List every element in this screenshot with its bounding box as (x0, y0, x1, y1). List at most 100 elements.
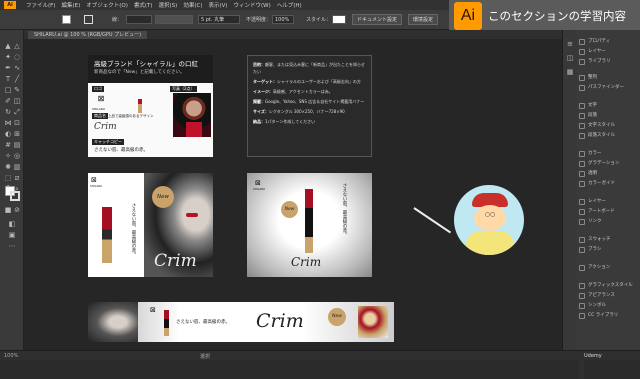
panel-color[interactable]: カラー (579, 150, 602, 158)
stroke-color-icon[interactable] (10, 191, 20, 201)
document-settings-button[interactable]: ドキュメント設定 (352, 14, 403, 25)
leaderboard-catch-copy: さえない唇、最高級の赤。 (176, 320, 230, 325)
gradient-tool-icon[interactable]: ▤ (13, 141, 21, 149)
shape-builder-icon[interactable]: ◐ (4, 130, 12, 138)
panel-paragraph[interactable]: 段落 (579, 112, 597, 120)
artboard-brief[interactable]: 高級ブランド「シャイラル」の口紅 新商品なので「New」と記載してください。 ロ… (88, 55, 213, 157)
graph-tool-icon[interactable]: ▥ (13, 163, 21, 171)
menu-edit[interactable]: 編集(E) (61, 1, 80, 9)
canvas[interactable]: 高級ブランド「シャイラル」の口紅 新商品なので「New」と記載してください。 ロ… (24, 39, 584, 379)
instructor-illustration: ○○ (454, 185, 524, 255)
direct-selection-tool-icon[interactable]: △ (13, 42, 21, 50)
menu-object[interactable]: オブジェクト(O) (86, 1, 128, 9)
panel-pathfinder[interactable]: パスファインダー (579, 84, 624, 92)
color-mode-icon[interactable]: ■ (4, 206, 12, 214)
panel-color-guide[interactable]: カラーガイド (579, 180, 615, 188)
product-name-sample: Crim (94, 122, 117, 132)
properties-icon[interactable]: ≡ (566, 40, 574, 48)
curvature-tool-icon[interactable]: ∿ (13, 64, 21, 72)
panel-gradient[interactable]: グラデーション (579, 160, 619, 168)
selection-tool-icon[interactable]: ▲ (4, 42, 12, 50)
panel-transparency[interactable]: 透明 (579, 170, 597, 178)
panel-paragraph-styles[interactable]: 段落スタイル (579, 132, 615, 140)
banner-catch-copy: さえない唇、最高級の赤。 (131, 203, 136, 257)
draw-mode-icon[interactable]: ◧ (8, 220, 16, 228)
symbol-sprayer-icon[interactable]: ✺ (4, 163, 12, 171)
preferences-button[interactable]: 環境設定 (408, 14, 439, 25)
mesh-tool-icon[interactable]: # (4, 141, 12, 149)
blend-tool-icon[interactable]: ◎ (13, 152, 21, 160)
stroke-swatch[interactable] (84, 15, 93, 24)
panel-graphic-styles[interactable]: グラフィックスタイル (579, 282, 633, 290)
free-transform-icon[interactable]: ⊡ (13, 119, 21, 127)
artboard-banner-product[interactable]: ⊠ SHILARU New さえない唇、最高級の赤。 Crim (247, 173, 372, 277)
menu-type[interactable]: 書式(T) (134, 1, 153, 9)
brief-notes[interactable]: 目的：顧客、または見込み客に「新商品」が出たことを知らせたい ターゲット：シャイ… (247, 55, 372, 157)
panel-appearance[interactable]: アピアランス (579, 292, 615, 300)
scale-tool-icon[interactable]: ⤢ (13, 108, 21, 116)
status-mode[interactable]: 選択 (200, 353, 210, 360)
panel-layers-2[interactable]: レイヤー (579, 198, 606, 206)
paragraph-styles-icon (579, 133, 585, 139)
yellow-shirt-shape (466, 231, 514, 255)
panel-actions[interactable]: アクション (579, 264, 610, 272)
artboard-banner-model[interactable]: ⊠ SHILARU さえない唇、最高級の赤。 New Crim (88, 173, 213, 277)
panel-libraries[interactable]: ライブラリ (579, 58, 611, 66)
line-tool-icon[interactable]: ╱ (13, 75, 21, 83)
leaderboard-logo-icon: ⊠ (150, 306, 156, 314)
pathfinder-panel-icon (579, 85, 585, 91)
panel-symbols[interactable]: シンボル (579, 302, 606, 310)
style-swatch[interactable] (332, 15, 346, 24)
perspective-grid-icon[interactable]: ⊞ (13, 130, 21, 138)
zoom-level[interactable]: 100% (4, 353, 18, 359)
lasso-icon[interactable]: ◌ (13, 53, 21, 61)
document-tab[interactable]: SHILARU.ai @ 100 % (RGB/GPU プレビュー) (28, 31, 148, 39)
menu-view[interactable]: 表示(V) (208, 1, 227, 9)
tools-panel: ▲ △ ✦ ◌ ✒ ∿ T ╱ □ ✎ ✐ ◫ ↻ ⤢ ⋈ ⊡ ◐ ⊞ # ▤ … (0, 30, 24, 350)
menu-help[interactable]: ヘルプ(H) (277, 1, 302, 9)
artboard-tool-icon[interactable]: ⬚ (4, 174, 12, 182)
paintbrush-icon[interactable]: ✎ (13, 86, 21, 94)
product-new-badge: New (281, 201, 298, 218)
menu-file[interactable]: ファイル(F) (26, 1, 55, 9)
width-tool-icon[interactable]: ⋈ (4, 119, 12, 127)
panel-brushes[interactable]: ブラシ (579, 246, 601, 254)
variable-width-field[interactable] (155, 15, 193, 24)
links-panel-icon (579, 219, 585, 225)
panel-cc-libraries[interactable]: CC ライブラリ (579, 312, 618, 320)
panel-character-styles[interactable]: 文字スタイル (579, 122, 615, 130)
lipstick-product (102, 207, 112, 263)
artboards-panel-icon (579, 209, 585, 215)
panel-artboards[interactable]: アートボード (579, 208, 615, 216)
magic-wand-icon[interactable]: ✦ (4, 53, 12, 61)
libraries-icon[interactable]: ▦ (566, 68, 574, 76)
rectangle-tool-icon[interactable]: □ (4, 86, 12, 94)
panel-links[interactable]: リンク (579, 218, 602, 226)
stroke-weight-field[interactable] (126, 15, 152, 24)
rotate-tool-icon[interactable]: ↻ (4, 108, 12, 116)
opacity-field[interactable]: 100% (272, 15, 294, 24)
eyedropper-icon[interactable]: ✧ (4, 152, 12, 160)
menu-select[interactable]: 選択(S) (159, 1, 178, 9)
layers-icon[interactable]: ◫ (566, 54, 574, 62)
panel-properties[interactable]: プロパティ (579, 38, 610, 46)
lipstick-photo-small (138, 99, 142, 113)
slice-tool-icon[interactable]: ⧄ (13, 174, 21, 182)
pen-tool-icon[interactable]: ✒ (4, 64, 12, 72)
none-color-icon[interactable]: ⊘ (13, 206, 21, 214)
panel-align[interactable]: 整列 (579, 74, 597, 82)
type-tool-icon[interactable]: T (4, 75, 12, 83)
brush-field[interactable]: 5 pt. 丸筆 (198, 15, 240, 24)
layers-panel-icon-2 (579, 199, 585, 205)
panel-swatches[interactable]: スウォッチ (579, 236, 611, 244)
shaper-tool-icon[interactable]: ✐ (4, 97, 12, 105)
menu-window[interactable]: ウィンドウ(W) (234, 1, 271, 9)
fill-swatch[interactable] (62, 15, 71, 24)
panel-layers[interactable]: レイヤー (579, 48, 606, 56)
eraser-icon[interactable]: ◫ (13, 97, 21, 105)
panel-character[interactable]: 文字 (579, 102, 597, 110)
artboard-leaderboard[interactable]: ⊠ さえない唇、最高級の赤。 Crim New (88, 302, 394, 342)
more-tools-icon[interactable]: ⋯ (8, 242, 16, 250)
menu-effect[interactable]: 効果(C) (183, 1, 202, 9)
screen-mode-icon[interactable]: ▣ (8, 231, 16, 239)
